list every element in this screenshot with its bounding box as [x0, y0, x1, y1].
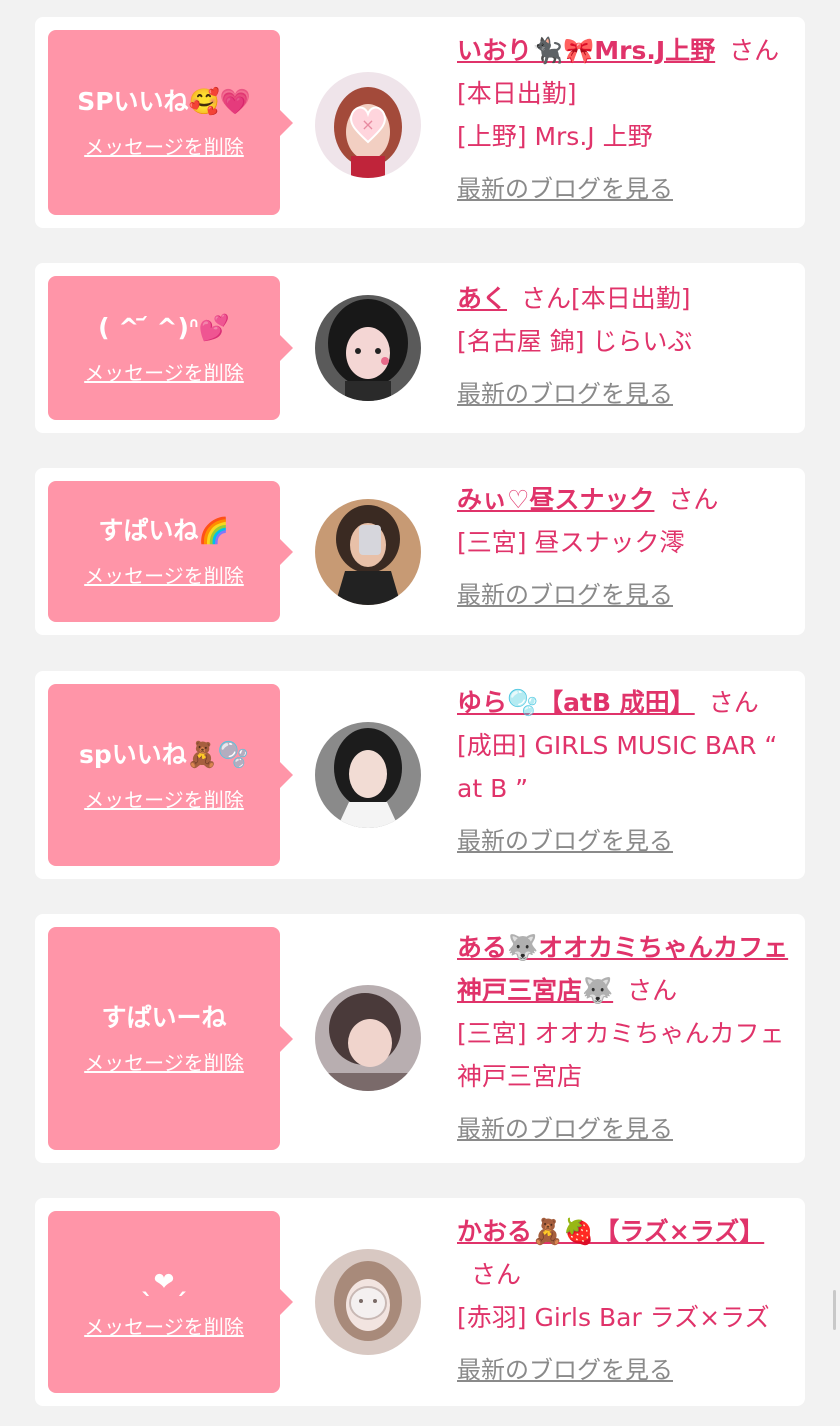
name-line: いおり🐈‍⬛🎀Mrs.J上野 さん [本日出勤]: [457, 29, 797, 115]
san-label: さん: [708, 688, 759, 717]
message-bubble: すぱいね🌈 メッセージを削除: [48, 481, 293, 622]
cast-info: かおる🧸🍓【ラズ×ラズ】さん [赤羽] Girls Bar ラズ×ラズ 最新のブ…: [457, 1210, 797, 1392]
delete-message-link[interactable]: メッセージを削除: [84, 131, 244, 160]
cast-name-link[interactable]: かおる🧸🍓【ラズ×ラズ】: [457, 1217, 764, 1246]
area-shop: [成田] GIRLS MUSIC BAR “ at B ”: [457, 731, 778, 803]
name-line: かおる🧸🍓【ラズ×ラズ】さん: [457, 1210, 797, 1296]
avatar[interactable]: [315, 499, 421, 605]
avatar-image: [315, 1249, 421, 1355]
message-text: spいいね🧸🫧: [78, 739, 250, 769]
message-bubble: ˎ❤︎ˏ メッセージを削除: [48, 1211, 293, 1393]
delete-message-link[interactable]: メッセージを削除: [84, 1311, 244, 1340]
message-bubble: ( ^ ᷄ ^)ᐢ💕 メッセージを削除: [48, 276, 293, 420]
message-card: spいいね🧸🫧 メッセージを削除 ゆら🫧【atB 成田】 さん [成田] GIRL…: [35, 671, 805, 879]
name-line: ある🐺オオカミちゃんカフェ神戸三宮店🐺 さん: [457, 926, 797, 1012]
cast-name-link[interactable]: ゆら🫧【atB 成田】: [457, 688, 695, 717]
area-shop: [名古屋 錦] じらいぶ: [457, 327, 693, 356]
avatar-image: [315, 722, 421, 828]
message-text: すぱいね🌈: [98, 516, 230, 545]
latest-blog-link[interactable]: 最新のブログを見る: [457, 820, 673, 863]
avatar[interactable]: ×: [315, 72, 421, 178]
message-card: ( ^ ᷄ ^)ᐢ💕 メッセージを削除 あく さん[本日出勤] [名古屋 錦] じ…: [35, 263, 805, 433]
cast-info: みぃ♡昼スナック さん [三宮] 昼スナック澪 最新のブログを見る: [457, 478, 797, 617]
san-label: さん: [668, 485, 719, 514]
name-line: みぃ♡昼スナック さん: [457, 478, 797, 521]
latest-blog-link[interactable]: 最新のブログを見る: [457, 1108, 673, 1151]
status-label: [本日出勤]: [457, 79, 577, 108]
message-text: SPいいね🥰💗: [77, 87, 251, 116]
cast-info: ある🐺オオカミちゃんカフェ神戸三宮店🐺 さん [三宮] オオカミちゃんカフェ神戸三…: [457, 926, 797, 1151]
delete-message-link[interactable]: メッセージを削除: [84, 1047, 244, 1076]
avatar[interactable]: [315, 1249, 421, 1355]
message-bubble: SPいいね🥰💗 メッセージを削除: [48, 30, 293, 215]
avatar-image: [315, 295, 421, 401]
area-shop: [上野] Mrs.J 上野: [457, 122, 653, 151]
area-shop: [三宮] 昼スナック澪: [457, 528, 685, 557]
message-text: すぱいーね: [101, 1003, 227, 1032]
name-line: ゆら🫧【atB 成田】 さん: [457, 681, 797, 724]
svg-text:×: ×: [361, 115, 374, 134]
avatar-image: ×: [315, 72, 421, 178]
san-label: さん: [627, 976, 678, 1005]
latest-blog-link[interactable]: 最新のブログを見る: [457, 574, 673, 617]
cast-name-link[interactable]: みぃ♡昼スナック: [457, 485, 654, 514]
avatar[interactable]: [315, 722, 421, 828]
latest-blog-link[interactable]: 最新のブログを見る: [457, 373, 673, 416]
message-card: すぱいーね メッセージを削除 ある🐺オオカミちゃんカフェ神戸三宮店🐺 さん [三宮…: [35, 914, 805, 1163]
message-card: SPいいね🥰💗 メッセージを削除 × いおり🐈‍⬛🎀Mrs.J上野 さん [本日出勤…: [35, 17, 805, 228]
san-label: さん: [521, 284, 572, 313]
delete-message-link[interactable]: メッセージを削除: [84, 357, 244, 386]
avatar[interactable]: [315, 295, 421, 401]
status-label: [本日出勤]: [571, 284, 691, 313]
avatar-image: [315, 985, 421, 1091]
san-label: さん: [729, 36, 780, 65]
message-card: すぱいね🌈 メッセージを削除 みぃ♡昼スナック さん [三宮] 昼スナック澪 最新…: [35, 468, 805, 635]
cast-info: ゆら🫧【atB 成田】 さん [成田] GIRLS MUSIC BAR “ at …: [457, 681, 797, 863]
name-line: あく さん[本日出勤]: [457, 277, 797, 320]
san-label: さん: [471, 1260, 522, 1289]
latest-blog-link[interactable]: 最新のブログを見る: [457, 168, 673, 211]
message-text: ˎ❤︎ˏ: [141, 1266, 187, 1296]
cast-name-link[interactable]: あく: [457, 284, 507, 313]
area-shop: [赤羽] Girls Bar ラズ×ラズ: [457, 1303, 770, 1332]
cast-name-link[interactable]: ある🐺オオカミちゃんカフェ神戸三宮店🐺: [457, 933, 788, 1005]
cast-info: あく さん[本日出勤] [名古屋 錦] じらいぶ 最新のブログを見る: [457, 277, 797, 416]
cast-info: いおり🐈‍⬛🎀Mrs.J上野 さん [本日出勤] [上野] Mrs.J 上野 最新の…: [457, 29, 797, 211]
message-card: ˎ❤︎ˏ メッセージを削除 かおる🧸🍓【ラズ×ラズ】さん [赤羽] Girls …: [35, 1198, 805, 1406]
message-bubble: spいいね🧸🫧 メッセージを削除: [48, 684, 293, 866]
area-shop: [三宮] オオカミちゃんカフェ神戸三宮店: [457, 1019, 785, 1091]
message-bubble: すぱいーね メッセージを削除: [48, 927, 293, 1150]
latest-blog-link[interactable]: 最新のブログを見る: [457, 1349, 673, 1392]
delete-message-link[interactable]: メッセージを削除: [84, 784, 244, 813]
delete-message-link[interactable]: メッセージを削除: [84, 560, 244, 589]
message-text: ( ^ ᷄ ^)ᐢ💕: [98, 312, 230, 342]
avatar-image: [315, 499, 421, 605]
avatar[interactable]: [315, 985, 421, 1091]
cast-name-link[interactable]: いおり🐈‍⬛🎀Mrs.J上野: [457, 36, 715, 65]
scrollbar[interactable]: [833, 1290, 836, 1330]
